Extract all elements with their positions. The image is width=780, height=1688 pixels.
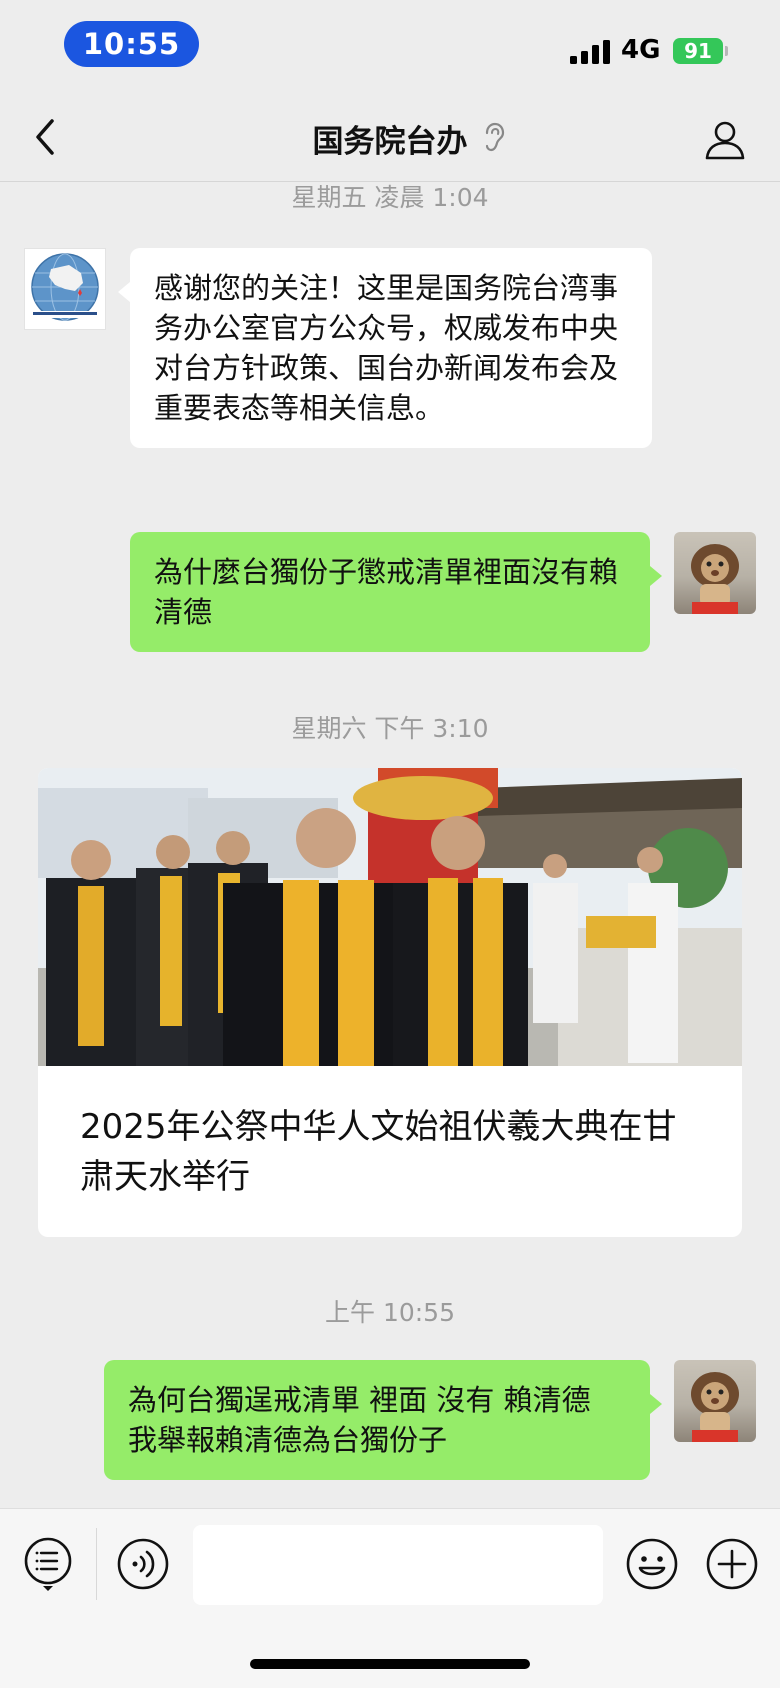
message-bubble-official[interactable]: 感谢您的关注！这里是国务院台湾事务办公室官方公众号，权威发布中央对台方针政策、国… [130,248,652,448]
status-time: 10:55 [64,21,199,67]
message-bubble-user[interactable]: 為何台獨逞戒清單 裡面 沒有 賴清德 我舉報賴清德為台獨份子 [104,1360,650,1480]
article-card[interactable]: 2025年公祭中华人文始祖伏羲大典在甘肃天水举行 [38,768,742,1237]
bubble-tail [118,282,130,302]
globe-emblem-icon [29,253,101,321]
message-bubble-user[interactable]: 為什麼台獨份子懲戒清單裡面沒有賴清德 [130,532,650,652]
user-avatar[interactable] [674,532,756,614]
message-input[interactable] [193,1525,603,1605]
chat-title: 国务院台办 [312,124,468,160]
lion-statue-icon [691,544,739,614]
divider [96,1528,97,1600]
timestamp: 星期六 下午 3:10 [291,714,489,743]
timestamp: 星期五 凌晨 1:04 [291,183,489,212]
timestamp: 上午 10:55 [325,1298,455,1327]
bubble-tail [650,1394,662,1414]
home-indicator [250,1659,530,1669]
message-text: 感谢您的关注！这里是国务院台湾事务办公室官方公众号，权威发布中央对台方针政策、国… [154,271,619,425]
voice-icon[interactable] [116,1537,170,1591]
message-text: 為什麼台獨份子懲戒清單裡面沒有賴清德 [154,555,619,629]
battery-cap [725,46,728,56]
article-photo [38,768,742,1066]
list-menu-icon[interactable] [24,1536,74,1592]
chevron-left-icon[interactable] [28,115,64,159]
cellular-signal-icon [570,40,610,64]
official-avatar[interactable] [24,248,106,330]
message-text: 為何台獨逞戒清單 裡面 沒有 賴清德 我舉報賴清德為台獨份子 [128,1383,591,1457]
user-avatar[interactable] [674,1360,756,1442]
person-icon[interactable] [704,118,746,160]
bubble-tail [650,566,662,586]
plus-icon[interactable] [705,1537,759,1591]
battery-level: 91 [684,39,712,63]
article-title: 2025年公祭中华人文始祖伏羲大典在甘肃天水举行 [80,1107,677,1197]
emoji-icon[interactable] [625,1537,679,1591]
ear-icon [485,122,505,152]
network-type: 4G [621,35,661,65]
lion-statue-icon [691,1372,739,1442]
battery-icon: 91 [673,38,723,64]
